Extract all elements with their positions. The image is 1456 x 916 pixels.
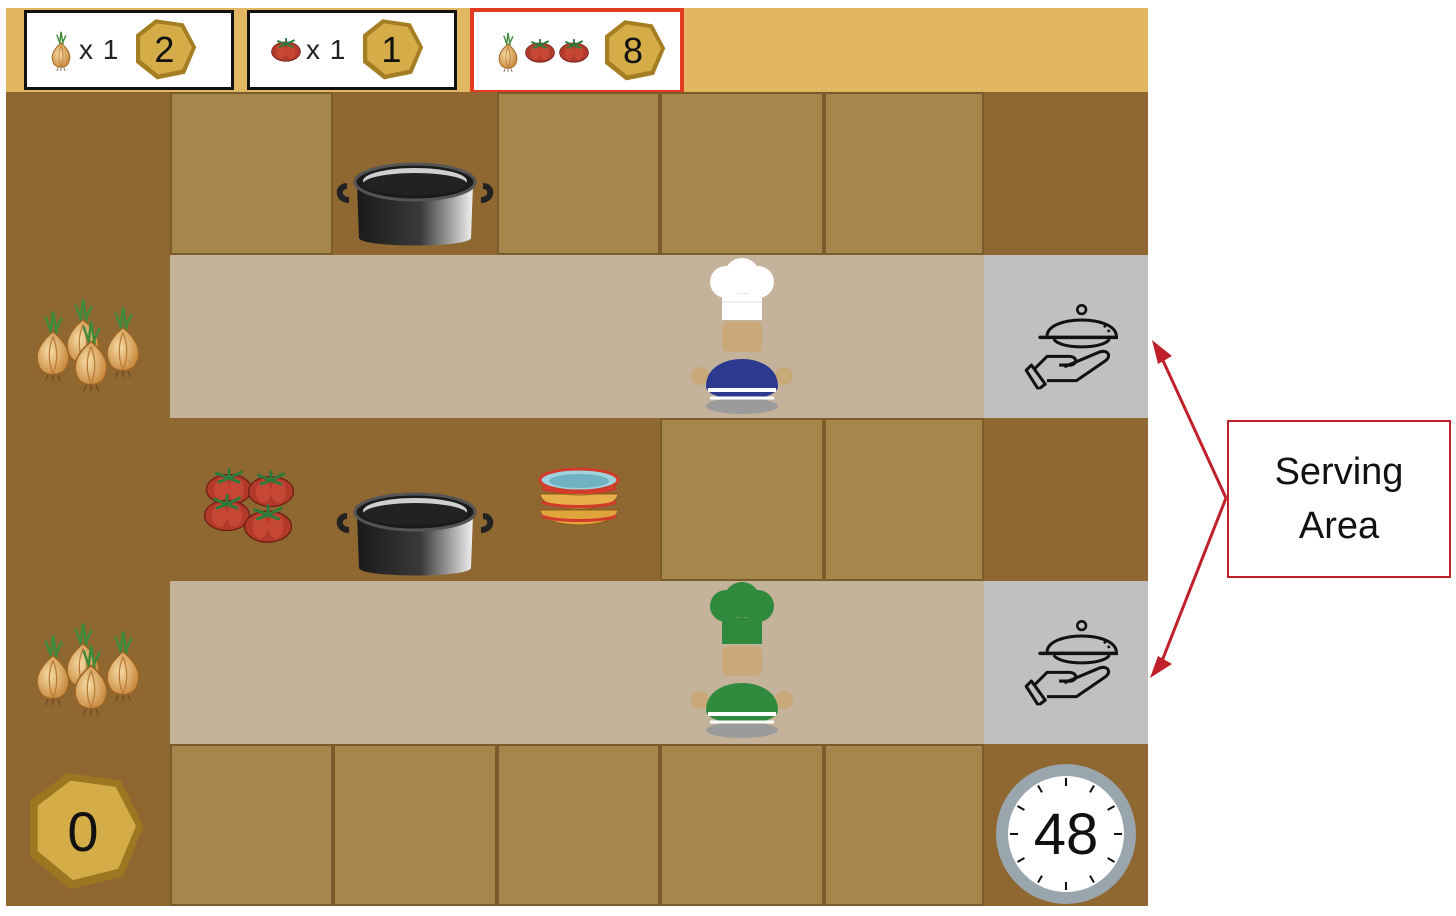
arrowhead-down	[1150, 656, 1172, 678]
arrow-to-upper-serving-area	[1158, 353, 1228, 499]
arrow-to-lower-serving-area	[1158, 497, 1228, 667]
callout-line-2: Area	[1298, 505, 1380, 547]
serving-area-callout: Serving Area	[1227, 420, 1451, 578]
arrowhead-up	[1152, 340, 1172, 364]
callout-line-1: Serving	[1274, 451, 1404, 493]
